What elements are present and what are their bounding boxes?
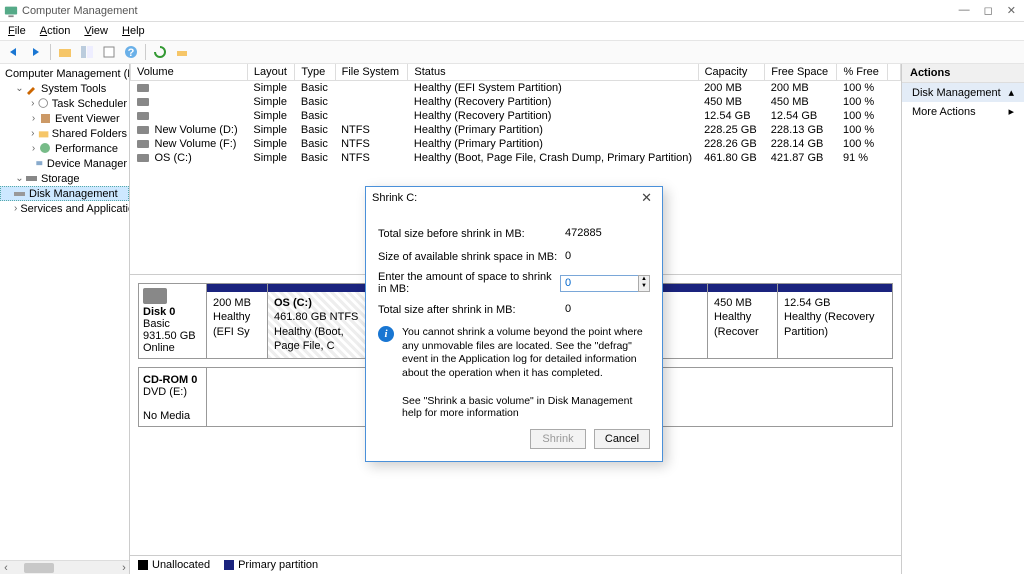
table-row[interactable]: New Volume (F:)SimpleBasicNTFSHealthy (P… (131, 137, 901, 151)
table-row[interactable]: SimpleBasicHealthy (Recovery Partition)1… (131, 109, 901, 123)
col-type[interactable]: Type (295, 64, 335, 81)
menu-file[interactable]: File (8, 25, 26, 37)
tools-icon (25, 82, 38, 95)
partition[interactable]: 200 MBHealthy (EFI Sy (207, 284, 267, 358)
col-capacity[interactable]: Capacity (698, 64, 765, 81)
table-row[interactable]: SimpleBasicHealthy (EFI System Partition… (131, 81, 901, 96)
tree-event-viewer[interactable]: ›Event Viewer (0, 111, 129, 126)
tree-root[interactable]: Computer Management (Local) (0, 66, 129, 81)
maximize-button[interactable]: ◻ (984, 4, 993, 17)
help-icon: ? (124, 45, 138, 59)
shrink-dialog: Shrink C: ✕ Total size before shrink in … (365, 186, 663, 462)
close-button[interactable]: ✕ (1007, 4, 1016, 17)
menu-help[interactable]: Help (122, 25, 145, 37)
back-button[interactable] (4, 42, 24, 62)
forward-button[interactable] (26, 42, 46, 62)
primary-swatch (224, 560, 234, 570)
shared-icon (38, 127, 49, 140)
tree-system-tools[interactable]: ⌄System Tools (0, 81, 129, 96)
table-row[interactable]: OS (C:)SimpleBasicNTFSHealthy (Boot, Pag… (131, 151, 901, 165)
table-row[interactable]: SimpleBasicHealthy (Recovery Partition)4… (131, 95, 901, 109)
col-layout[interactable]: Layout (247, 64, 295, 81)
available-label: Size of available shrink space in MB: (378, 251, 560, 263)
settings-button[interactable] (172, 42, 192, 62)
minimize-button[interactable]: — (959, 4, 970, 17)
disk-icon (13, 187, 26, 200)
tree-scrollbar[interactable]: ‹› (0, 560, 130, 574)
scrollbar-thumb[interactable] (24, 563, 54, 573)
properties-button[interactable] (99, 42, 119, 62)
disk-icon (143, 288, 167, 304)
legend: Unallocated Primary partition (130, 555, 901, 574)
total-before-label: Total size before shrink in MB: (378, 228, 560, 240)
actions-pane: Actions Disk Management▴ More Actions▸ (902, 64, 1024, 574)
menu-action[interactable]: Action (40, 25, 71, 37)
chevron-right-icon: ▸ (1008, 105, 1014, 118)
tree-device-manager[interactable]: Device Manager (0, 156, 129, 171)
show-hide-tree-button[interactable] (77, 42, 97, 62)
storage-icon (25, 172, 38, 185)
info-icon: i (378, 326, 394, 342)
refresh-icon (153, 45, 167, 59)
titlebar: Computer Management — ◻ ✕ (0, 0, 1024, 22)
disk-header-0[interactable]: Disk 0 Basic 931.50 GB Online (139, 284, 207, 358)
tree-services-apps[interactable]: ›Services and Applications (0, 201, 129, 216)
list-icon (102, 45, 116, 59)
refresh-button[interactable] (150, 42, 170, 62)
menubar: File Action View Help (0, 22, 1024, 40)
cdrom-header[interactable]: CD-ROM 0 DVD (E:) No Media (139, 368, 207, 426)
total-after-label: Total size after shrink in MB: (378, 304, 560, 316)
enter-amount-label: Enter the amount of space to shrink in M… (378, 271, 560, 295)
shrink-amount-input[interactable] (560, 275, 638, 292)
shrink-button[interactable]: Shrink (530, 429, 586, 449)
total-before-value: 472885 (560, 225, 650, 242)
device-icon (35, 157, 44, 170)
partition[interactable]: 450 MBHealthy (Recover (707, 284, 777, 358)
available-value: 0 (560, 248, 650, 265)
app-icon (4, 4, 18, 18)
help-button[interactable]: ? (121, 42, 141, 62)
col-fs[interactable]: File System (335, 64, 408, 81)
clock-icon (38, 97, 49, 110)
spinner-up[interactable]: ▲ (639, 276, 649, 284)
total-after-value: 0 (560, 301, 650, 318)
collapse-icon: ▴ (1008, 86, 1014, 99)
toolbar: ? (0, 40, 1024, 64)
dialog-title: Shrink C: (372, 192, 417, 204)
window-title: Computer Management (22, 5, 959, 17)
event-icon (39, 112, 52, 125)
perf-icon (39, 142, 52, 155)
folder-icon (58, 45, 72, 59)
col-pctfree[interactable]: % Free (837, 64, 887, 81)
dialog-close-button[interactable]: ✕ (637, 190, 656, 206)
cancel-button[interactable]: Cancel (594, 429, 650, 449)
spinner-down[interactable]: ▼ (639, 283, 649, 291)
help-text: See "Shrink a basic volume" in Disk Mana… (402, 395, 650, 419)
tree-shared-folders[interactable]: ›Shared Folders (0, 126, 129, 141)
col-status[interactable]: Status (408, 64, 698, 81)
unallocated-swatch (138, 560, 148, 570)
table-row[interactable]: New Volume (D:)SimpleBasicNTFSHealthy (P… (131, 123, 901, 137)
tree-task-scheduler[interactable]: ›Task Scheduler (0, 96, 129, 111)
info-text: You cannot shrink a volume beyond the po… (402, 326, 650, 381)
volume-table[interactable]: Volume Layout Type File System Status Ca… (130, 64, 901, 165)
nav-tree[interactable]: Computer Management (Local) ⌄System Tool… (0, 64, 130, 574)
menu-view[interactable]: View (84, 25, 108, 37)
partition[interactable]: 12.54 GBHealthy (Recovery Partition) (777, 284, 892, 358)
col-free[interactable]: Free Space (765, 64, 837, 81)
actions-header: Actions (902, 64, 1024, 83)
col-volume[interactable]: Volume (131, 64, 248, 81)
actions-disk-management[interactable]: Disk Management▴ (902, 83, 1024, 102)
tree-icon (80, 45, 94, 59)
svg-text:?: ? (128, 47, 135, 59)
forward-icon (29, 46, 43, 58)
up-button[interactable] (55, 42, 75, 62)
actions-more[interactable]: More Actions▸ (902, 102, 1024, 121)
disk-settings-icon (175, 45, 189, 59)
tree-disk-management[interactable]: Disk Management (0, 186, 129, 201)
back-icon (7, 46, 21, 58)
tree-storage[interactable]: ⌄Storage (0, 171, 129, 186)
partition-os-c[interactable]: OS (C:)461.80 GB NTFSHealthy (Boot, Page… (267, 284, 367, 358)
tree-performance[interactable]: ›Performance (0, 141, 129, 156)
